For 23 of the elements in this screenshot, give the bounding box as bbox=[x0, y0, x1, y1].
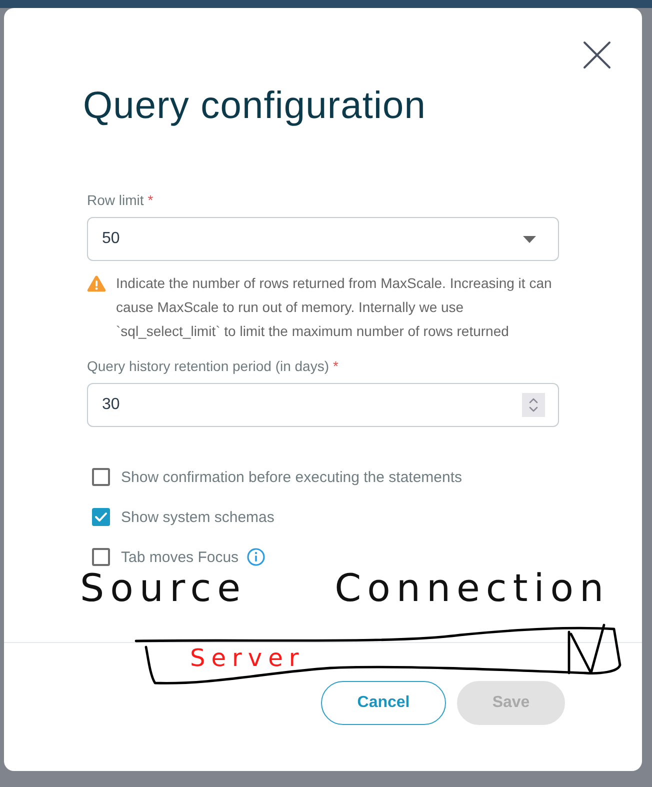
dialog-title: Query configuration bbox=[83, 84, 426, 128]
caret-icon bbox=[523, 236, 536, 242]
checkbox-label: Show confirmation before executing the statements bbox=[121, 468, 462, 486]
checkbox[interactable] bbox=[92, 548, 110, 566]
handwritten-field-value: Server bbox=[190, 644, 305, 672]
sketched-caret-icon bbox=[568, 624, 606, 674]
check-icon bbox=[95, 512, 107, 522]
field-label: Row limit bbox=[87, 191, 144, 210]
required-asterisk: * bbox=[148, 191, 154, 210]
spinner-icon[interactable] bbox=[522, 393, 545, 417]
checkbox[interactable] bbox=[92, 508, 110, 526]
warning-icon bbox=[87, 275, 106, 292]
retention-days-input[interactable]: 30 bbox=[87, 383, 559, 427]
checkbox[interactable] bbox=[92, 468, 110, 486]
handwritten-heading: Source Connection bbox=[80, 568, 610, 608]
checkbox-label: Tab moves Focus bbox=[121, 548, 239, 566]
row-limit-select[interactable]: 50 bbox=[87, 217, 559, 261]
checkbox-label: Show system schemas bbox=[121, 508, 274, 526]
required-asterisk: * bbox=[333, 357, 338, 376]
info-icon[interactable] bbox=[246, 548, 265, 566]
field-label: Query history retention period (in days) bbox=[87, 357, 329, 376]
warning-message: Indicate the number of rows returned from MaxScale. Increasing it can cause MaxScale to run out of memory. Internally we use `sql_select_limit` to limit the maximum number of rows returned bbox=[116, 274, 553, 341]
close-icon[interactable] bbox=[583, 41, 611, 69]
